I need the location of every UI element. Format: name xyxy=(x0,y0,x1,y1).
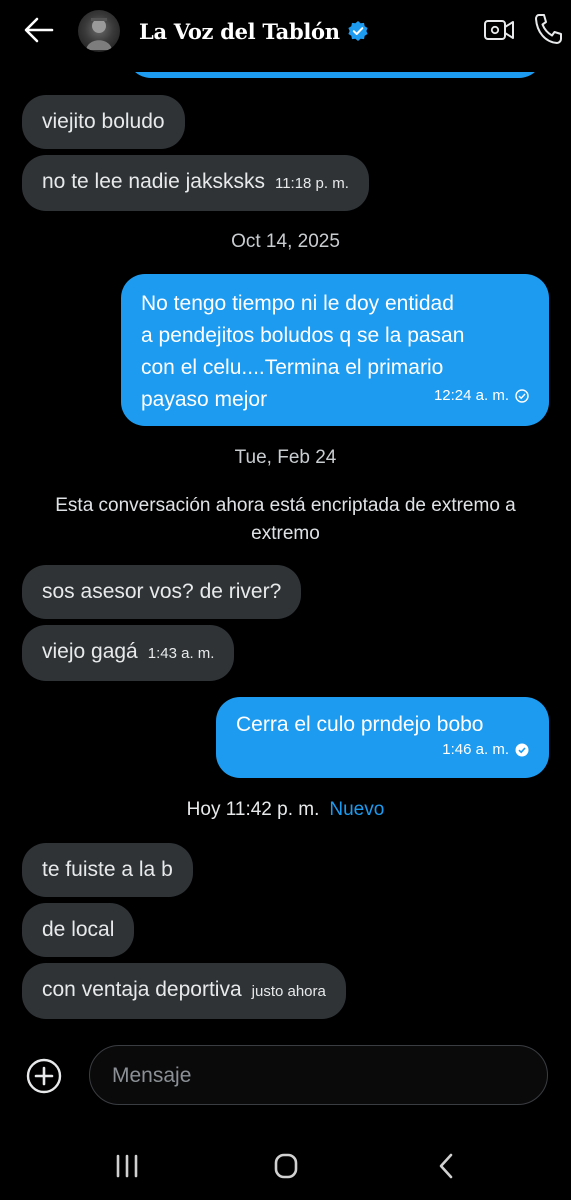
conversation-header: La Voz del Tablón xyxy=(0,0,571,72)
date-separator: Tue, Feb 24 xyxy=(234,447,337,468)
message-text: no te lee nadie jaksksks xyxy=(42,170,265,193)
message-composer xyxy=(89,1045,548,1106)
back-chevron-icon[interactable] xyxy=(427,1150,467,1182)
message-text: con ventaja deportiva xyxy=(42,978,242,1001)
message-timestamp: 11:18 p. m. xyxy=(274,175,349,192)
message-bubble-incoming[interactable]: con ventaja deportiva justo ahora xyxy=(22,963,346,1019)
message-bubble-incoming[interactable]: viejito boludo xyxy=(22,95,185,149)
plus-circle-icon[interactable] xyxy=(24,1056,64,1096)
encryption-notice: Esta conversación ahora está encriptada … xyxy=(55,495,516,544)
message-bubble-incoming[interactable]: de local xyxy=(22,903,135,957)
date-label: Hoy 11:42 p. m. xyxy=(186,799,320,820)
message-bubble-outgoing[interactable]: Cerra el culo prndejo bobo 1:46 a. m. xyxy=(216,697,549,778)
date-separator: Oct 14, 2025 xyxy=(231,231,340,252)
message-timestamp: justo ahora xyxy=(251,983,326,1000)
arrow-left-icon[interactable] xyxy=(22,15,56,45)
message-line: a pendejitos boludos q se la pasan xyxy=(141,324,465,347)
phone-icon[interactable] xyxy=(533,12,563,46)
date-separator-new: Hoy 11:42 p. m. Nuevo xyxy=(0,799,571,821)
message-meta: 1:46 a. m. xyxy=(442,734,529,766)
message-bubble-incoming[interactable]: no te lee nadie jaksksks 11:18 p. m. xyxy=(22,155,369,211)
sent-check-icon xyxy=(515,389,529,403)
message-bubble-outgoing[interactable]: No tengo tiempo ni le doy entidad a pend… xyxy=(121,274,549,426)
message-text: de local xyxy=(42,918,115,941)
message-bubble-incoming[interactable]: viejo gagá 1:43 a. m. xyxy=(22,625,235,681)
home-icon[interactable] xyxy=(266,1150,306,1182)
system-navigation-bar xyxy=(0,1130,571,1200)
avatar-image xyxy=(86,18,112,50)
message-text: viejito boludo xyxy=(42,110,165,133)
message-timestamp: 12:24 a. m. xyxy=(433,387,509,404)
message-timestamp: 1:43 a. m. xyxy=(147,645,215,662)
message-meta: 12:24 a. m. xyxy=(434,380,529,412)
video-call-icon[interactable] xyxy=(483,16,515,44)
recents-icon[interactable] xyxy=(107,1150,147,1182)
new-messages-label: Nuevo xyxy=(329,799,385,820)
message-line: No tengo tiempo ni le doy entidad xyxy=(141,292,454,315)
verified-badge-icon xyxy=(348,21,368,41)
message-text: sos asesor vos? de river? xyxy=(42,580,282,603)
message-list[interactable]: viejito boludo no te lee nadie jaksksks 1… xyxy=(0,0,571,1030)
message-timestamp: 1:46 a. m. xyxy=(442,741,509,758)
contact-name: La Voz del Tablón xyxy=(139,18,340,44)
message-text: te fuiste a la b xyxy=(42,858,173,881)
message-input[interactable] xyxy=(110,1046,534,1106)
message-text: viejo gagá xyxy=(42,640,138,663)
avatar[interactable] xyxy=(78,10,120,52)
message-bubble-incoming[interactable]: te fuiste a la b xyxy=(22,843,193,897)
message-bubble-incoming[interactable]: sos asesor vos? de river? xyxy=(22,565,302,619)
read-check-icon xyxy=(515,743,529,757)
conversation-title[interactable]: La Voz del Tablón xyxy=(139,16,369,46)
